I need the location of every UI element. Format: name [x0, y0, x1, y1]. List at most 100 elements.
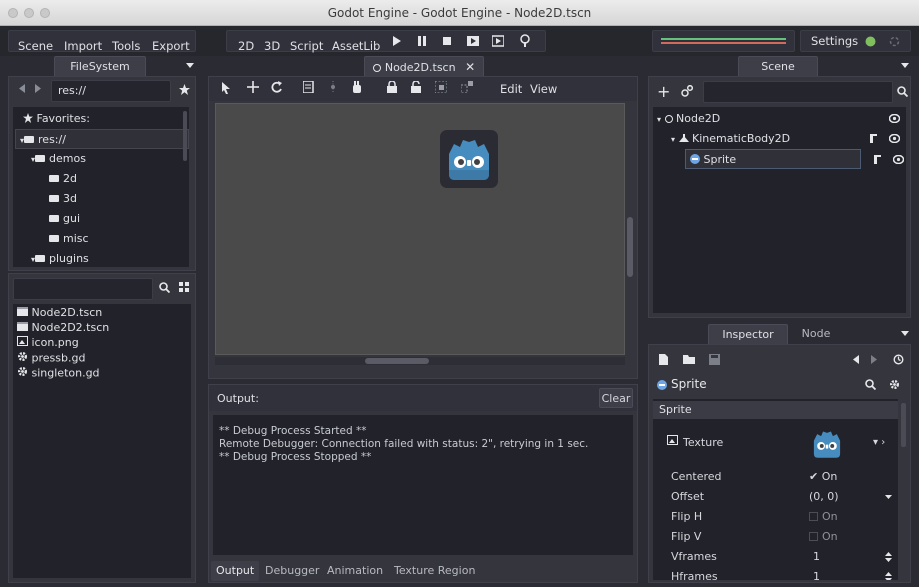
spinner-arrows-icon[interactable] — [885, 552, 892, 562]
spinner-arrows-icon[interactable] — [885, 572, 892, 580]
tab-filesystem[interactable]: FileSystem — [54, 56, 146, 76]
mode-3d[interactable]: 3D — [261, 37, 283, 55]
menu-import[interactable]: Import — [61, 37, 105, 55]
add-node-icon[interactable]: + — [657, 82, 670, 101]
open-folder-icon[interactable] — [683, 355, 695, 364]
viewport-vscrollbar[interactable] — [627, 217, 633, 277]
list-item[interactable]: pressb.gd — [17, 351, 85, 365]
tree-item-res[interactable]: ▾ res:// — [15, 129, 189, 149]
visibility-eye-icon[interactable] — [893, 155, 904, 164]
vframes-spinbox[interactable]: 1 — [813, 547, 820, 567]
texture-preview[interactable] — [807, 425, 847, 463]
dock-menu-icon[interactable] — [186, 63, 194, 68]
minimize-window-button[interactable] — [24, 8, 34, 18]
pause-icon[interactable] — [417, 36, 427, 46]
tree-item-3d[interactable]: 3d — [49, 189, 77, 209]
tab-scene[interactable]: Scene — [738, 56, 818, 76]
list-item[interactable]: Node2D2.tscn — [17, 321, 109, 335]
back-icon[interactable] — [19, 84, 25, 93]
grid-view-icon[interactable] — [179, 282, 189, 292]
select-tool-icon[interactable] — [221, 82, 231, 94]
canvas-viewport[interactable] — [215, 103, 625, 355]
menu-scene[interactable]: Scene — [15, 37, 56, 55]
menu-view[interactable]: View — [527, 80, 560, 98]
mode-script[interactable]: Script — [287, 37, 326, 55]
dock-menu-icon[interactable] — [901, 331, 909, 336]
object-settings-gear-icon[interactable] — [889, 379, 900, 390]
godot-sprite[interactable] — [440, 130, 498, 188]
flip-v-checkbox[interactable]: On — [809, 527, 838, 547]
zoom-window-button[interactable] — [40, 8, 50, 18]
play-scene-icon[interactable] — [467, 35, 479, 47]
rotate-tool-icon[interactable] — [271, 81, 283, 93]
history-forward-icon[interactable] — [871, 355, 877, 364]
tree-scrollbar[interactable] — [183, 111, 187, 161]
file-search-input[interactable] — [13, 278, 153, 300]
list-item[interactable]: singleton.gd — [17, 366, 100, 380]
tree-node-kinematicbody2d[interactable]: ▾ KinematicBody2D — [671, 129, 902, 149]
unlock-icon[interactable] — [411, 81, 421, 93]
tab-animation[interactable]: Animation — [327, 561, 383, 581]
tree-node-node2d[interactable]: ▾ Node2D — [657, 109, 902, 129]
tree-item-demos[interactable]: ▾ demos — [31, 149, 86, 169]
offset-value[interactable]: (0, 0) — [809, 487, 839, 507]
history-back-icon[interactable] — [853, 355, 859, 364]
list-select-icon[interactable] — [327, 81, 339, 93]
search-icon[interactable] — [865, 379, 876, 390]
move-tool-icon[interactable] — [247, 81, 259, 93]
tab-texture-region[interactable]: Texture Region — [394, 561, 475, 581]
close-window-button[interactable] — [8, 8, 18, 18]
list-item[interactable]: icon.png — [17, 336, 79, 350]
tree-item-plugins[interactable]: ▾ plugins — [31, 249, 89, 269]
pivot-tool-icon[interactable] — [303, 81, 314, 93]
path-field[interactable]: res:// — [51, 80, 171, 102]
favorite-star-icon[interactable] — [179, 84, 190, 95]
save-icon[interactable] — [709, 354, 720, 365]
hframes-spinbox[interactable]: 1 — [813, 567, 820, 580]
forward-icon[interactable] — [35, 84, 41, 93]
dock-menu-icon[interactable] — [901, 63, 909, 68]
tree-item-gui[interactable]: gui — [49, 209, 80, 229]
history-icon[interactable] — [893, 354, 904, 365]
tree-item-2d[interactable]: 2d — [49, 169, 77, 189]
list-item[interactable]: Node2D.tscn — [17, 306, 102, 320]
visibility-eye-icon[interactable] — [889, 114, 900, 123]
menu-tools[interactable]: Tools — [109, 37, 143, 55]
ungroup-icon[interactable] — [461, 81, 473, 93]
close-tab-icon[interactable]: ✕ — [465, 60, 475, 74]
tab-node2d-scene[interactable]: Node2D.tscn ✕ — [364, 56, 484, 76]
menu-export[interactable]: Export — [149, 37, 193, 55]
mode-assetlib[interactable]: AssetLib — [329, 37, 383, 55]
new-resource-icon[interactable] — [659, 354, 668, 365]
viewport-hscrollbar[interactable] — [365, 358, 429, 364]
settings-menu[interactable]: Settings — [808, 32, 861, 50]
search-icon[interactable] — [897, 86, 908, 97]
chevron-down-icon[interactable] — [885, 495, 892, 499]
visibility-eye-icon[interactable] — [889, 134, 900, 143]
flip-h-checkbox[interactable]: On — [809, 507, 838, 527]
play-custom-scene-icon[interactable] — [492, 35, 504, 47]
scene-filter-input[interactable] — [703, 81, 893, 103]
resource-dropdown-icon[interactable]: ▾ › — [873, 433, 885, 453]
stop-icon[interactable] — [442, 36, 452, 46]
centered-checkbox[interactable]: ✔ On — [809, 467, 837, 487]
search-icon[interactable] — [159, 282, 170, 293]
mode-2d[interactable]: 2D — [235, 37, 257, 55]
pan-tool-icon[interactable] — [351, 81, 363, 93]
tab-debugger[interactable]: Debugger — [265, 561, 319, 581]
inspector-scrollbar[interactable] — [901, 403, 906, 447]
tab-output[interactable]: Output — [211, 561, 260, 581]
lock-icon[interactable] — [387, 81, 397, 93]
script-icon[interactable] — [869, 133, 878, 144]
script-icon[interactable] — [873, 154, 882, 165]
debug-options-icon[interactable] — [519, 34, 531, 47]
favorites-row[interactable]: Favorites: — [23, 109, 90, 129]
tree-node-sprite[interactable]: Sprite — [685, 149, 861, 169]
clear-button[interactable]: Clear — [599, 388, 633, 408]
menu-edit[interactable]: Edit — [497, 80, 525, 98]
tab-inspector[interactable]: Inspector — [708, 324, 788, 344]
group-icon[interactable] — [435, 81, 447, 93]
tree-item-misc[interactable]: misc — [49, 229, 89, 249]
tab-node[interactable]: Node — [796, 324, 836, 344]
instance-scene-icon[interactable] — [681, 85, 693, 97]
